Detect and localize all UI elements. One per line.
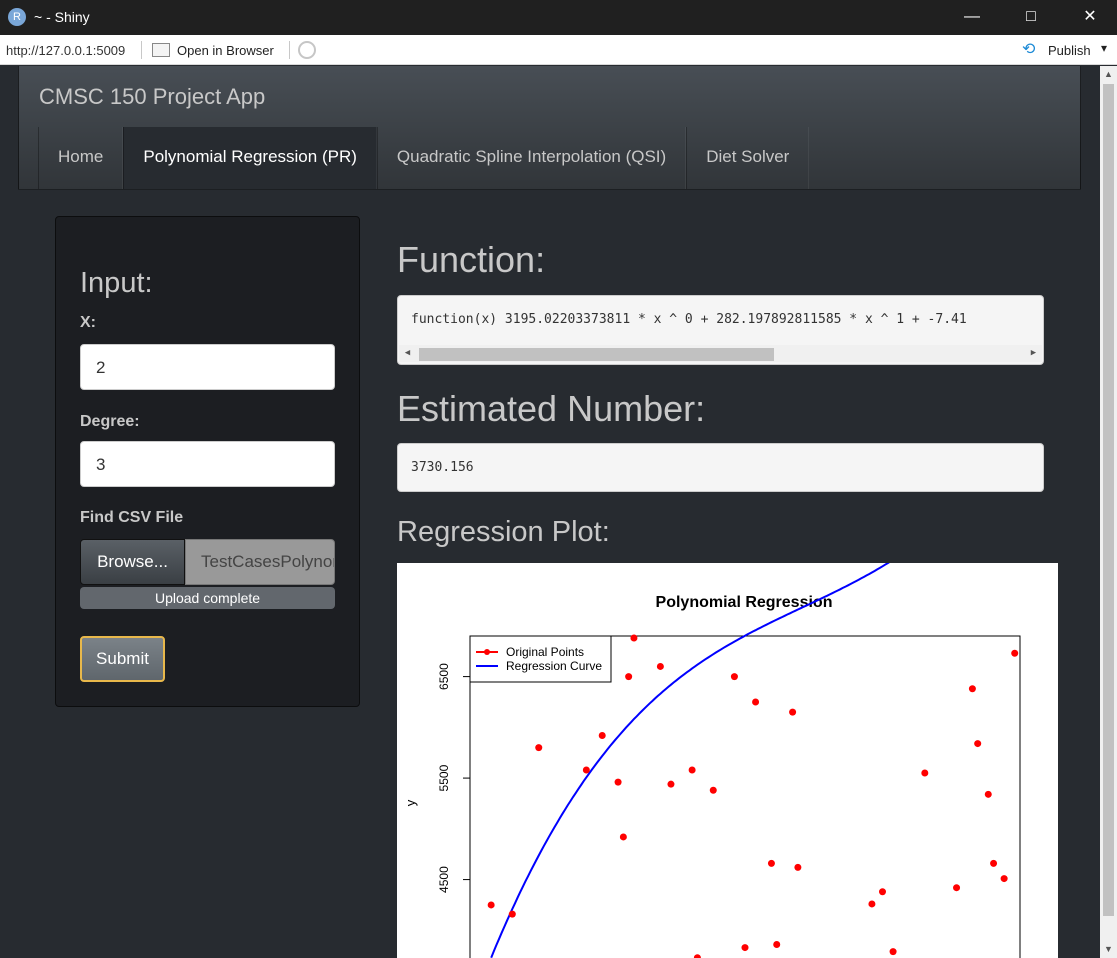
function-text: function(x) 3195.02203373811 * x ^ 0 + 2… <box>411 312 967 327</box>
data-point <box>741 944 749 952</box>
minimize-icon[interactable]: — <box>949 0 995 35</box>
legend: Original Points Regression Curve <box>469 635 612 683</box>
regression-curve <box>490 563 890 958</box>
legend-point-marker <box>484 649 490 655</box>
data-point <box>693 954 701 958</box>
function-heading: Function: <box>397 239 546 280</box>
data-point <box>953 884 961 892</box>
window-titlebar: R ~ - Shiny — □ ✕ <box>0 0 1117 35</box>
scroll-up-icon[interactable]: ▲ <box>1100 66 1117 83</box>
input-panel: Input: X: 2 Degree: 3 Find CSV File Brow… <box>55 216 360 707</box>
browse-button[interactable]: Browse... <box>80 539 185 585</box>
data-point <box>656 662 664 670</box>
data-point <box>709 786 717 794</box>
data-point <box>767 859 775 867</box>
csv-file-label: Find CSV File <box>80 509 184 526</box>
y-axis-label: y <box>403 799 418 806</box>
data-point <box>889 948 897 956</box>
data-point <box>667 780 675 788</box>
refresh-icon[interactable] <box>298 41 316 59</box>
open-in-browser-button[interactable]: Open in Browser <box>177 43 274 58</box>
data-point <box>752 698 760 706</box>
data-point <box>535 744 543 752</box>
estimate-heading: Estimated Number: <box>397 388 706 429</box>
data-point <box>868 900 876 908</box>
regression-curve-layer <box>490 563 890 958</box>
y-tick-label: 5500 <box>437 764 451 791</box>
app-brand: CMSC 150 Project App <box>39 84 266 109</box>
data-point <box>582 766 590 774</box>
scroll-down-icon[interactable]: ▼ <box>1100 941 1117 958</box>
tab-polynomial-regression[interactable]: Polynomial Regression (PR) <box>123 127 377 189</box>
upload-progress-bar: Upload complete <box>80 587 335 609</box>
data-point <box>508 910 516 918</box>
data-point <box>598 731 606 739</box>
data-point <box>789 708 797 716</box>
file-name-field[interactable]: TestCasesPolynomial <box>185 539 335 585</box>
hscrollbar-thumb[interactable] <box>419 348 774 361</box>
degree-label: Degree: <box>80 413 140 430</box>
data-point <box>688 766 696 774</box>
input-heading: Input: <box>80 267 153 299</box>
publish-icon[interactable]: ⟲ <box>1022 41 1042 59</box>
function-output: function(x) 3195.02203373811 * x ^ 0 + 2… <box>397 295 1044 365</box>
navbar: CMSC 150 Project App Home Polynomial Reg… <box>18 66 1081 190</box>
scroll-left-icon[interactable]: ◀ <box>399 345 416 362</box>
function-hscrollbar[interactable]: ◀ ▶ <box>399 345 1042 362</box>
plot-heading: Regression Plot: <box>397 516 610 548</box>
data-point <box>794 863 802 871</box>
data-point <box>619 833 627 841</box>
estimate-value: 3730.156 <box>411 460 474 475</box>
data-point <box>487 901 495 909</box>
y-axis: 3500450055006500 <box>437 663 470 893</box>
viewer-toolbar: http://127.0.0.1:5009 Open in Browser ⟲ … <box>0 35 1117 65</box>
data-point <box>614 778 622 786</box>
x-label: X: <box>80 314 96 331</box>
x-input[interactable]: 2 <box>80 344 335 390</box>
open-in-browser-icon[interactable] <box>152 43 170 57</box>
legend-entry-points: Original Points <box>506 645 584 659</box>
r-app-icon: R <box>8 8 26 26</box>
tab-diet-solver[interactable]: Diet Solver <box>686 127 810 189</box>
data-point <box>984 790 992 798</box>
data-point <box>730 673 738 681</box>
toolbar-divider <box>141 41 142 59</box>
maximize-icon[interactable]: □ <box>1008 0 1054 35</box>
scrollbar-thumb[interactable] <box>1103 84 1114 916</box>
publish-dropdown-icon[interactable]: ▾ <box>1101 41 1107 55</box>
degree-input[interactable]: 3 <box>80 441 335 487</box>
regression-plot: Polynomial Regression y 3500450055006500… <box>397 563 1058 958</box>
submit-button[interactable]: Submit <box>80 636 165 682</box>
data-point <box>1011 649 1019 657</box>
chart-title: Polynomial Regression <box>656 594 833 611</box>
publish-button[interactable]: Publish <box>1048 43 1091 58</box>
legend-entry-curve: Regression Curve <box>506 659 602 673</box>
plot-frame <box>469 635 1021 958</box>
close-icon[interactable]: ✕ <box>1067 0 1113 35</box>
window-title: ~ - Shiny <box>34 9 90 25</box>
data-point <box>1000 875 1008 883</box>
data-point <box>879 888 886 896</box>
data-point <box>990 859 998 867</box>
scroll-right-icon[interactable]: ▶ <box>1025 345 1042 362</box>
nav-tabs: Home Polynomial Regression (PR) Quadrati… <box>38 127 810 189</box>
data-point <box>630 634 638 642</box>
tab-quadratic-spline-interpolation[interactable]: Quadratic Spline Interpolation (QSI) <box>376 127 687 189</box>
y-tick-label: 4500 <box>437 866 451 893</box>
tab-home[interactable]: Home <box>38 127 124 189</box>
data-point <box>625 673 633 681</box>
data-point <box>773 941 781 949</box>
data-point <box>974 740 982 748</box>
estimate-output: 3730.156 <box>397 443 1044 492</box>
toolbar-divider <box>289 41 290 59</box>
regression-chart: Polynomial Regression y 3500450055006500… <box>403 563 1021 958</box>
shiny-app: CMSC 150 Project App Home Polynomial Reg… <box>0 66 1100 958</box>
y-tick-label: 6500 <box>437 663 451 690</box>
data-point <box>968 685 976 693</box>
data-point <box>921 769 929 777</box>
page-scrollbar[interactable]: ▲ ▼ <box>1100 66 1117 958</box>
url-text[interactable]: http://127.0.0.1:5009 <box>6 43 125 58</box>
points-layer <box>487 634 1019 958</box>
